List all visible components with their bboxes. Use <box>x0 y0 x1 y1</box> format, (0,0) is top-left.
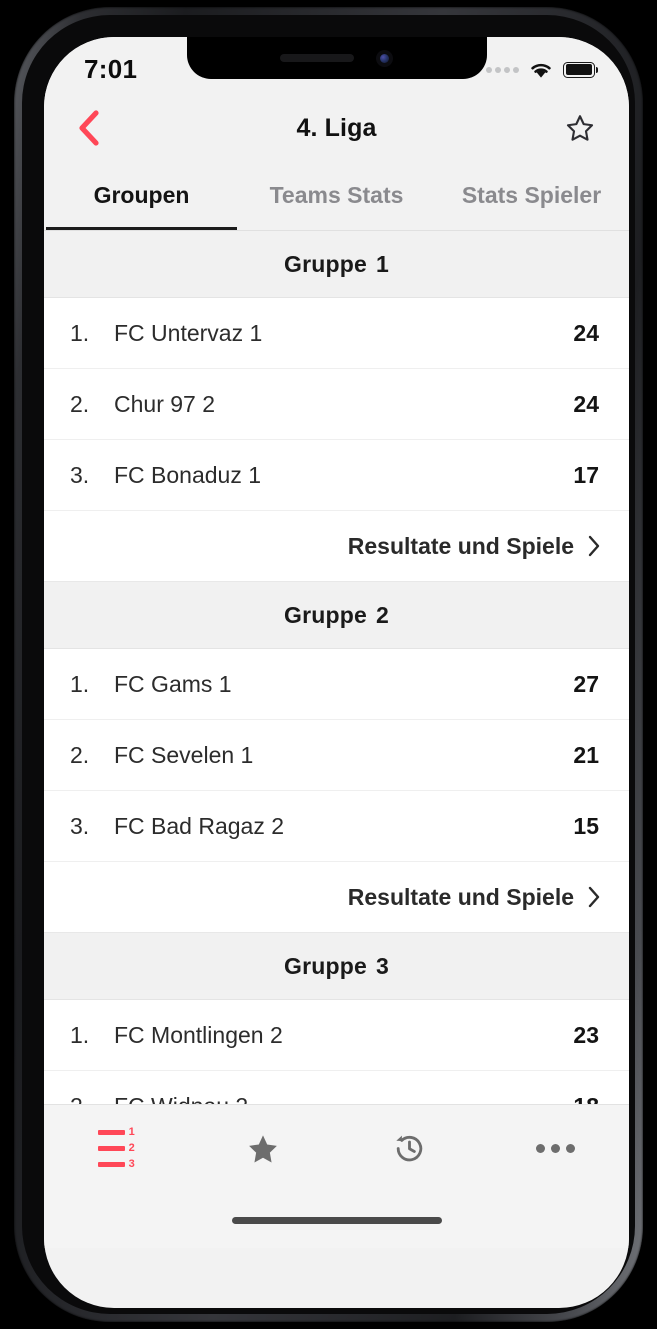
favorite-button[interactable] <box>557 105 603 151</box>
team-points: 18 <box>573 1093 599 1105</box>
phone-screen: 7:01 4. Liga Groupen Teams Stats Stats S… <box>44 37 629 1308</box>
ranking-list-icon: 1 2 3 <box>97 1126 137 1170</box>
results-and-games-link[interactable]: Resultate und Spiele <box>44 511 629 582</box>
more-dots-icon <box>536 1144 576 1153</box>
top-tab-bar: Groupen Teams Stats Stats Spieler <box>44 164 629 231</box>
group-number: 2 <box>375 601 389 628</box>
group-title-label: Gruppe <box>284 250 367 277</box>
team-rank: 2. <box>70 390 90 417</box>
front-camera-icon <box>376 49 393 67</box>
team-points: 24 <box>573 319 599 346</box>
team-points: 15 <box>573 812 599 839</box>
home-indicator-area <box>44 1192 629 1248</box>
phone-bezel: 7:01 4. Liga Groupen Teams Stats Stats S… <box>22 15 635 1314</box>
results-link-label: Resultate und Spiele <box>347 532 574 559</box>
page-title: 4. Liga <box>296 113 377 142</box>
back-button[interactable] <box>64 104 112 152</box>
bottom-tab-bar: 1 2 3 <box>44 1104 629 1192</box>
group-title-label: Gruppe <box>284 952 367 979</box>
team-name: FC Sevelen 1 <box>114 741 254 768</box>
screenshot-root: 7:01 4. Liga Groupen Teams Stats Stats S… <box>0 0 657 1329</box>
team-rank: 1. <box>70 670 90 697</box>
tab-teams-stats-label: Teams Stats <box>269 181 404 208</box>
notch <box>186 37 487 79</box>
table-row[interactable]: 3. FC Bad Ragaz 2 15 <box>44 791 629 862</box>
tab-stats-spieler-label: Stats Spieler <box>461 181 602 208</box>
star-outline-icon <box>566 115 594 141</box>
tab-history[interactable] <box>337 1105 483 1192</box>
camera-lens <box>380 53 389 63</box>
wifi-icon <box>531 63 551 78</box>
team-name: FC Gams 1 <box>114 670 232 697</box>
tab-more[interactable] <box>483 1105 629 1192</box>
ranking-number-1: 1 <box>128 1126 135 1138</box>
table-row[interactable]: 3. FC Bonaduz 1 17 <box>44 440 629 511</box>
tab-rankings[interactable]: 1 2 3 <box>44 1105 190 1192</box>
table-row[interactable]: 1. FC Montlingen 2 23 <box>44 1000 629 1071</box>
tab-groupen-label: Groupen <box>93 181 190 208</box>
earpiece-speaker-icon <box>280 54 354 62</box>
team-points: 21 <box>573 741 599 768</box>
tab-teams-stats[interactable]: Teams Stats <box>239 164 434 230</box>
star-filled-icon <box>249 1134 278 1162</box>
table-row[interactable]: 2. FC Widnau 2 18 <box>44 1071 629 1104</box>
team-rank: 3. <box>70 812 90 839</box>
table-row[interactable]: 1. FC Untervaz 1 24 <box>44 298 629 369</box>
team-points: 27 <box>573 670 599 697</box>
history-clock-icon <box>396 1135 423 1162</box>
team-name: FC Montlingen 2 <box>114 1021 283 1048</box>
team-rank: 2. <box>70 1093 114 1105</box>
tab-groupen[interactable]: Groupen <box>44 164 239 230</box>
table-row[interactable]: 1. FC Gams 1 27 <box>44 649 629 720</box>
team-rank: 1. <box>70 1021 90 1048</box>
home-indicator[interactable] <box>231 1216 442 1224</box>
status-indicators <box>486 60 598 79</box>
table-row[interactable]: 2. FC Sevelen 1 21 <box>44 720 629 791</box>
team-name: FC Untervaz 1 <box>114 319 263 346</box>
ranking-number-3: 3 <box>128 1158 135 1170</box>
tab-stats-spieler[interactable]: Stats Spieler <box>434 164 629 230</box>
team-rank: 1. <box>70 319 90 346</box>
team-points: 24 <box>573 390 599 417</box>
signal-dots-icon <box>486 66 519 73</box>
results-and-games-link[interactable]: Resultate und Spiele <box>44 862 629 933</box>
group-header: Gruppe 2 <box>44 582 629 649</box>
team-name: FC Widnau 2 <box>114 1093 573 1105</box>
team-name: FC Bonaduz 1 <box>114 461 262 488</box>
phone-frame: 7:01 4. Liga Groupen Teams Stats Stats S… <box>14 7 643 1322</box>
chevron-left-icon <box>78 110 99 146</box>
team-name: Chur 97 2 <box>114 390 216 417</box>
groups-list[interactable]: Gruppe 1 1. FC Untervaz 1 24 2. Chur 97 … <box>44 231 629 1104</box>
ranking-number-2: 2 <box>128 1142 135 1154</box>
group-title-label: Gruppe <box>284 601 367 628</box>
team-rank: 2. <box>70 741 90 768</box>
navigation-bar: 4. Liga <box>44 92 629 164</box>
results-link-label: Resultate und Spiele <box>347 883 574 910</box>
status-time: 7:01 <box>84 54 138 84</box>
group-header: Gruppe 3 <box>44 933 629 1000</box>
team-rank: 3. <box>70 461 90 488</box>
table-row[interactable]: 2. Chur 97 2 24 <box>44 369 629 440</box>
team-points: 23 <box>573 1021 599 1048</box>
chevron-right-icon <box>587 534 601 558</box>
team-points: 17 <box>573 461 599 488</box>
team-name: FC Bad Ragaz 2 <box>114 812 285 839</box>
group-number: 3 <box>375 952 389 979</box>
tab-favorites[interactable] <box>190 1105 336 1192</box>
group-number: 1 <box>375 250 389 277</box>
group-header: Gruppe 1 <box>44 231 629 298</box>
chevron-right-icon <box>587 885 601 909</box>
battery-full-icon <box>563 61 598 78</box>
